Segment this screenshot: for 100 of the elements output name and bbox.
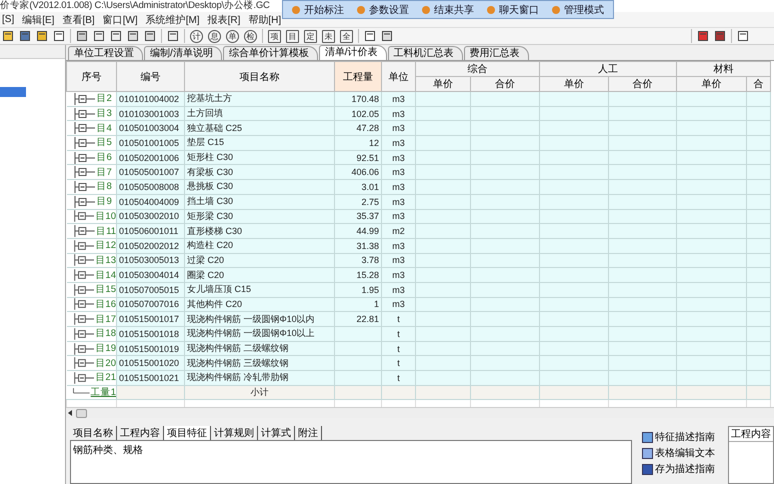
menu-item[interactable]: 报表[R]: [208, 12, 240, 26]
text-area[interactable]: 钢筋种类、规格: [70, 440, 632, 484]
scroll-left-icon[interactable]: [68, 410, 73, 416]
table-cell: 35.37: [334, 209, 382, 224]
menu-item[interactable]: 查看[B]: [62, 12, 95, 26]
table-cell: t: [382, 341, 416, 356]
row-number: 目10: [95, 210, 116, 223]
table-cell: 2.75: [334, 194, 382, 209]
toolbar-button[interactable]: 未: [322, 30, 335, 42]
table-cell: 挡土墙 C30: [184, 194, 334, 209]
table-cell: 悬挑板 C30: [184, 180, 334, 194]
table-cell: m3: [382, 164, 416, 180]
row-number: 目19: [95, 342, 116, 356]
toolbar-button[interactable]: 全: [340, 30, 353, 42]
row-number: 目7: [96, 166, 112, 179]
row-number: 目3: [96, 107, 112, 120]
column-group-header: 人工: [540, 62, 676, 76]
column-header: 单价: [540, 76, 608, 92]
table-cell: 1: [334, 297, 382, 312]
row-number: 目13: [95, 254, 116, 267]
table-cell: 010504004009: [116, 194, 184, 209]
table-cell: 010507005015: [116, 282, 184, 298]
table-cell: 92.51: [334, 150, 382, 165]
row-number: 目18: [95, 327, 116, 340]
table-cell: [334, 341, 382, 356]
table-cell: m3: [382, 120, 416, 136]
tab[interactable]: 单位工程设置: [68, 46, 143, 60]
table-cell: 010505008008: [116, 180, 184, 194]
row-number: 目20: [95, 356, 116, 370]
table-cell: 土方回填: [184, 106, 334, 121]
column-header: 序号: [66, 62, 116, 92]
toolbar-button[interactable]: 计: [190, 30, 203, 42]
table-cell: m3: [382, 209, 416, 224]
table-cell: 010502001006: [116, 150, 184, 165]
table-cell: m3: [382, 150, 416, 165]
menu-item[interactable]: [S]: [2, 14, 14, 25]
action-link[interactable]: 表格编辑文本: [642, 446, 720, 460]
row-number: 目5: [96, 136, 112, 150]
tab[interactable]: 综合单价计算模板: [222, 46, 318, 60]
column-header: 合价: [470, 76, 540, 92]
column-group-header: 综合: [416, 62, 540, 76]
table-cell: 010515001021: [116, 370, 184, 386]
menu-item[interactable]: 帮助[H]: [248, 12, 282, 26]
row-number: 目14: [95, 268, 116, 282]
table-cell: [334, 385, 382, 400]
toolbar-button[interactable]: 检: [244, 30, 257, 42]
toolbar-button[interactable]: 单: [226, 30, 239, 42]
table-cell: 1.95: [334, 282, 382, 298]
table-cell: m3: [382, 106, 416, 121]
table-cell: 过梁 C20: [184, 253, 334, 268]
column-header: 单位: [382, 62, 416, 92]
row-number: 目17: [95, 312, 116, 326]
table-cell: 44.99: [334, 224, 382, 238]
table-cell: 22.81: [334, 312, 382, 326]
menu-item[interactable]: 编辑[E]: [22, 12, 54, 26]
table-cell: 170.48: [334, 92, 382, 106]
table-cell: 12: [334, 136, 382, 150]
tab[interactable]: 项目特征: [164, 426, 211, 440]
table-cell: 挖基坑土方: [184, 92, 334, 106]
table-cell: 102.05: [334, 106, 382, 121]
table-cell: 独立基础 C25: [184, 120, 334, 136]
table-cell: 3.01: [334, 180, 382, 194]
table-cell: m2: [382, 224, 416, 238]
table-cell: t: [382, 326, 416, 342]
table-cell: 现浇构件钢筋 一级圆钢Φ10以内: [184, 312, 334, 326]
toolbar-button[interactable]: 息: [208, 30, 221, 42]
table-cell: 010507007016: [116, 297, 184, 312]
table-cell: 现浇构件钢筋 三级螺纹钢: [184, 356, 334, 371]
table-cell: t: [382, 370, 416, 386]
tab[interactable]: 编制/清单说明: [144, 46, 222, 60]
tab[interactable]: 工料机汇总表: [388, 46, 463, 60]
action-link[interactable]: 特征描述指南: [642, 430, 720, 444]
table-cell: 矩形梁 C30: [184, 209, 334, 224]
toolbar-button[interactable]: 目: [286, 30, 299, 42]
table-cell: 010103001003: [116, 106, 184, 121]
column-header: 工程量: [334, 62, 382, 92]
table-cell: 3.78: [334, 253, 382, 268]
table-cell: t: [382, 356, 416, 371]
row-number: 目8: [96, 180, 112, 194]
toolbar-button[interactable]: 项: [268, 30, 281, 42]
table-cell: 010502002012: [116, 238, 184, 254]
table-cell: t: [382, 312, 416, 326]
table-cell: 010503002010: [116, 209, 184, 224]
action-link[interactable]: 存为描述指南: [642, 462, 720, 476]
menu-item[interactable]: 系统维护[M]: [146, 12, 200, 26]
row-number: 目4: [96, 122, 112, 135]
scrollbar-thumb[interactable]: [76, 408, 87, 418]
table-cell: 010503005013: [116, 253, 184, 268]
table-cell: 女儿墙压顶 C15: [184, 282, 334, 298]
table-cell: 010515001018: [116, 326, 184, 342]
tab[interactable]: 费用汇总表: [464, 46, 529, 60]
table-cell: m3: [382, 253, 416, 268]
table-cell: 010515001017: [116, 312, 184, 326]
table-cell: 构造柱 C20: [184, 238, 334, 254]
row-number: 工量1: [90, 386, 116, 400]
menu-item[interactable]: 窗口[W]: [102, 12, 138, 26]
toolbar-button[interactable]: 定: [304, 30, 317, 42]
table-cell: 矩形柱 C30: [184, 150, 334, 165]
tab[interactable]: 清单/计价表: [318, 45, 387, 60]
row-number: 目21: [95, 371, 116, 384]
